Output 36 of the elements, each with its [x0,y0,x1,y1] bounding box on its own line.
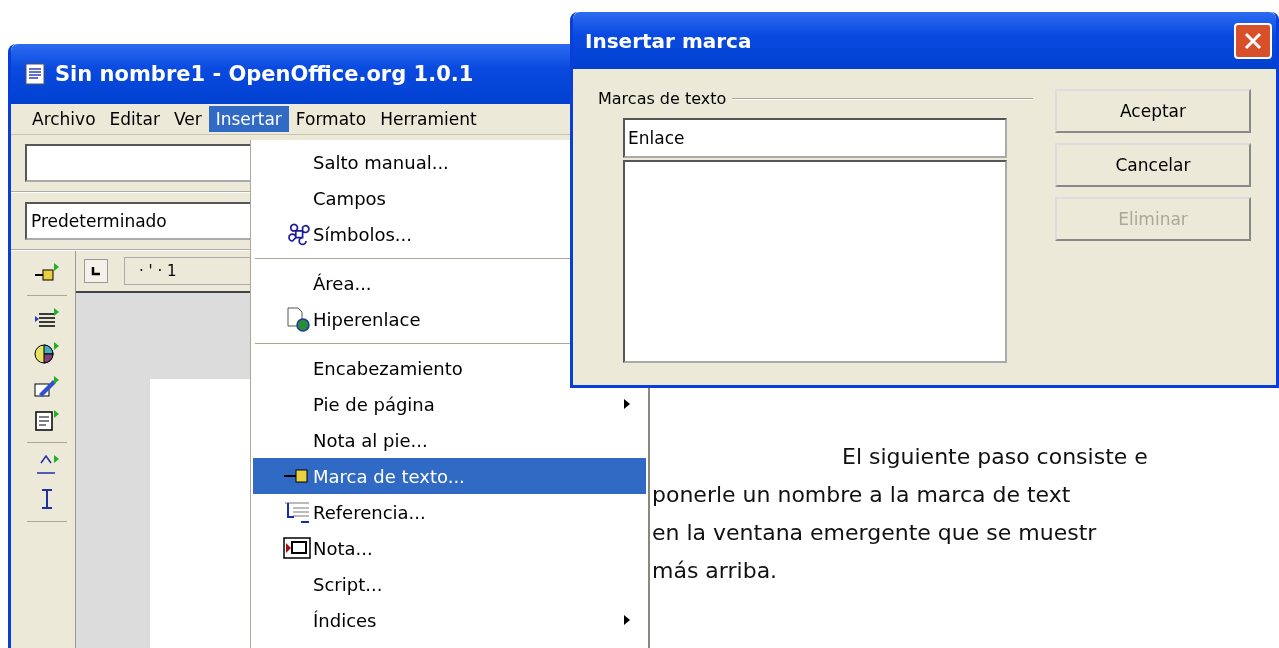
tab-stop-button[interactable] [84,259,108,283]
dialog-title: Insertar marca [585,28,752,53]
menu-item[interactable]: Marca de texto... [253,458,646,494]
submenu-arrow-icon [624,399,630,409]
menu-item[interactable]: Pie de página [253,386,646,422]
list-icon[interactable] [33,306,61,330]
window-title: Sin nombre1 - OpenOffice.org 1.0.1 [55,62,474,86]
menu-item[interactable]: Script... [253,566,646,602]
menu-item[interactable]: Índices [253,602,646,638]
page-globe-icon [285,306,311,332]
command-symbol-icon [287,222,311,246]
form-icon[interactable] [33,408,61,432]
pencil-icon[interactable] [33,374,61,398]
tab-stop-icon [91,266,101,276]
pie-chart-icon[interactable] [33,340,61,364]
menu-item[interactable]: Editar [102,106,167,132]
dialog-button[interactable]: Cancelar [1055,143,1251,187]
menu-item[interactable]: Formato [288,106,374,132]
menu-item[interactable]: Archivo [25,106,103,132]
menu-item[interactable]: Referencia... [253,494,646,530]
pin-icon [283,467,311,485]
menu-item[interactable]: Insertar [208,106,289,132]
dialog-button[interactable]: Aceptar [1055,89,1251,133]
close-button[interactable] [1234,22,1272,59]
group-label: Marcas de texto [598,89,727,108]
menu-item[interactable]: Ver [166,106,209,132]
reference-icon [283,500,311,524]
document-icon [25,63,45,85]
close-icon [1243,30,1263,51]
menu-item[interactable]: Nota... [253,530,646,566]
note-frame-icon [283,536,311,560]
submenu-arrow-icon [624,615,630,625]
menu-item[interactable]: Herramient [373,106,484,132]
menu-item[interactable]: Nota al pie... [253,422,646,458]
paragraph: El siguiente paso consiste e ponerle un nombre a la marca de text en la ventana emergente que se muestr más arriba. [652,443,1149,585]
name-field[interactable]: Enlace [623,118,1007,158]
